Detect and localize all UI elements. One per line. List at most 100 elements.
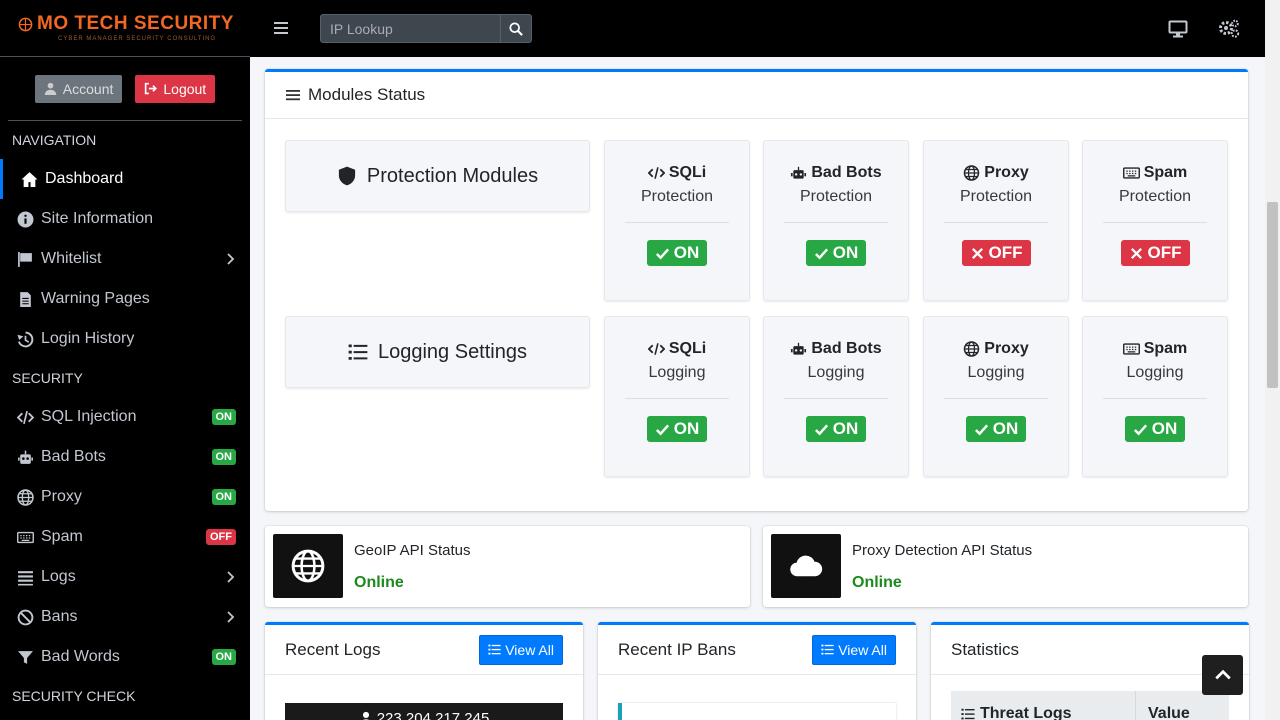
spam-protection-toggle[interactable]: OFF — [1121, 240, 1190, 266]
status-badge: ON — [212, 409, 237, 425]
ban-entry[interactable] — [618, 703, 896, 720]
module-type: Logging — [924, 364, 1068, 382]
chevron-up-icon — [1214, 666, 1232, 684]
protection-modules-title: Protection Modules — [367, 165, 538, 188]
recent-logs-header: Recent Logs View All — [265, 625, 583, 675]
bad-bots-protection-box: Bad Bots Protection ON — [763, 140, 909, 301]
desktop-icon[interactable] — [1168, 19, 1188, 39]
ip-lookup-input[interactable]: IP Lookup — [320, 14, 501, 43]
status-badge: ON — [212, 449, 237, 465]
status-label: ON — [674, 243, 700, 263]
sqli-logging-box: SQLi Logging ON — [604, 316, 750, 477]
recent-bans-header: Recent IP Bans View All — [598, 625, 916, 675]
settings-gears-icon[interactable] — [1218, 19, 1240, 39]
page-scrollbar[interactable] — [1265, 0, 1280, 720]
logging-settings-box: Logging Settings — [285, 316, 590, 388]
sidebar-item-label: Warning Pages — [41, 290, 236, 308]
account-button[interactable]: Account — [35, 75, 123, 103]
module-type: Logging — [1083, 364, 1227, 382]
brand[interactable]: MO TECH SECURITY CYBER MANAGER SECURITY … — [0, 0, 250, 57]
scrollbar-thumb[interactable] — [1267, 202, 1278, 388]
spam-logging-toggle[interactable]: ON — [1125, 416, 1186, 442]
modules-status-card: Modules Status Protection Modules SQLi P… — [265, 69, 1248, 511]
status-label: ON — [993, 419, 1019, 439]
proxy-protection-toggle[interactable]: OFF — [962, 240, 1031, 266]
keyboard-icon — [1123, 341, 1140, 357]
module-type: Protection — [764, 188, 908, 206]
file-icon — [15, 289, 35, 309]
check-icon — [1133, 422, 1148, 437]
list-icon — [821, 643, 834, 656]
hamburger-menu-icon[interactable] — [272, 19, 290, 37]
chevron-right-icon — [224, 571, 236, 583]
proxy-protection-box: Proxy Protection OFF — [923, 140, 1069, 301]
sidebar-item-dashboard[interactable]: Dashboard — [0, 159, 250, 199]
code-icon — [648, 165, 665, 181]
check-icon — [814, 246, 829, 261]
sidebar-item-label: SQL Injection — [41, 408, 212, 426]
chevron-right-icon — [224, 611, 236, 623]
status-label: OFF — [1148, 243, 1182, 263]
sidebar-item-label: Site Information — [41, 210, 236, 228]
list-icon — [348, 342, 368, 362]
globe-icon — [15, 487, 35, 507]
sidebar-item-site-information[interactable]: Site Information — [0, 199, 250, 239]
sidebar-item-whitelist[interactable]: Whitelist — [0, 239, 250, 279]
view-all-bans-button[interactable]: View All — [812, 635, 896, 665]
module-type: Protection — [1083, 188, 1227, 206]
module-name: Bad Bots — [811, 164, 881, 182]
value-column: Value — [1136, 691, 1202, 720]
sidebar-item-warning-pages[interactable]: Warning Pages — [0, 279, 250, 319]
logout-button[interactable]: Logout — [135, 75, 215, 103]
brand-subtitle: CYBER MANAGER SECURITY CONSULTING — [58, 36, 250, 42]
recent-logs-card: Recent Logs View All 223.204.217.245 — [265, 622, 583, 720]
chevron-right-icon — [224, 253, 236, 265]
module-name: SQLi — [669, 164, 706, 182]
brand-icon — [18, 17, 33, 32]
bad-bots-logging-toggle[interactable]: ON — [806, 416, 867, 442]
recent-logs-title: Recent Logs — [285, 640, 380, 660]
view-all-logs-button[interactable]: View All — [479, 635, 563, 665]
sign-out-icon — [144, 82, 157, 95]
sqli-logging-toggle[interactable]: ON — [647, 416, 708, 442]
code-icon — [15, 407, 35, 427]
sidebar-item-bad-words[interactable]: Bad Words ON — [0, 637, 250, 677]
search-icon — [509, 22, 523, 36]
check-icon — [655, 246, 670, 261]
logout-label: Logout — [163, 81, 206, 97]
sidebar-item-login-history[interactable]: Login History — [0, 319, 250, 359]
sidebar-item-label: Whitelist — [41, 250, 224, 268]
module-name: Proxy — [984, 340, 1028, 358]
bad-bots-logging-box: Bad Bots Logging ON — [763, 316, 909, 477]
status-label: ON — [1152, 419, 1178, 439]
proxy-detection-api-card: Proxy Detection API Status Online — [763, 526, 1248, 607]
keyboard-icon — [15, 527, 35, 547]
proxy-api-status: Online — [852, 574, 902, 592]
status-label: ON — [833, 243, 859, 263]
sidebar-item-bans[interactable]: Bans — [0, 597, 250, 637]
user-icon — [44, 82, 57, 95]
sidebar-item-sql-injection[interactable]: SQL Injection ON — [0, 397, 250, 437]
sidebar-item-spam[interactable]: Spam OFF — [0, 517, 250, 557]
sidebar-item-label: Logs — [41, 568, 224, 586]
proxy-logging-box: Proxy Logging ON — [923, 316, 1069, 477]
module-name: Bad Bots — [811, 340, 881, 358]
nav-header-navigation: NAVIGATION — [0, 121, 250, 159]
protection-modules-box: Protection Modules — [285, 140, 590, 212]
module-name: Spam — [1144, 164, 1188, 182]
geoip-api-status: Online — [354, 574, 404, 592]
sidebar-item-proxy[interactable]: Proxy ON — [0, 477, 250, 517]
bad-bots-protection-toggle[interactable]: ON — [806, 240, 867, 266]
back-to-top-button[interactable] — [1202, 655, 1243, 695]
recent-ip-bans-card: Recent IP Bans View All — [598, 622, 916, 720]
check-icon — [974, 422, 989, 437]
sqli-protection-toggle[interactable]: ON — [647, 240, 708, 266]
sidebar-item-bad-bots[interactable]: Bad Bots ON — [0, 437, 250, 477]
status-badge: ON — [212, 489, 237, 505]
log-entry[interactable]: 223.204.217.245 — [285, 703, 563, 720]
sidebar-item-logs[interactable]: Logs — [0, 557, 250, 597]
code-icon — [648, 341, 665, 357]
search-button[interactable] — [500, 14, 532, 43]
statistics-table-header: Threat Logs Value — [951, 691, 1229, 720]
proxy-logging-toggle[interactable]: ON — [966, 416, 1027, 442]
